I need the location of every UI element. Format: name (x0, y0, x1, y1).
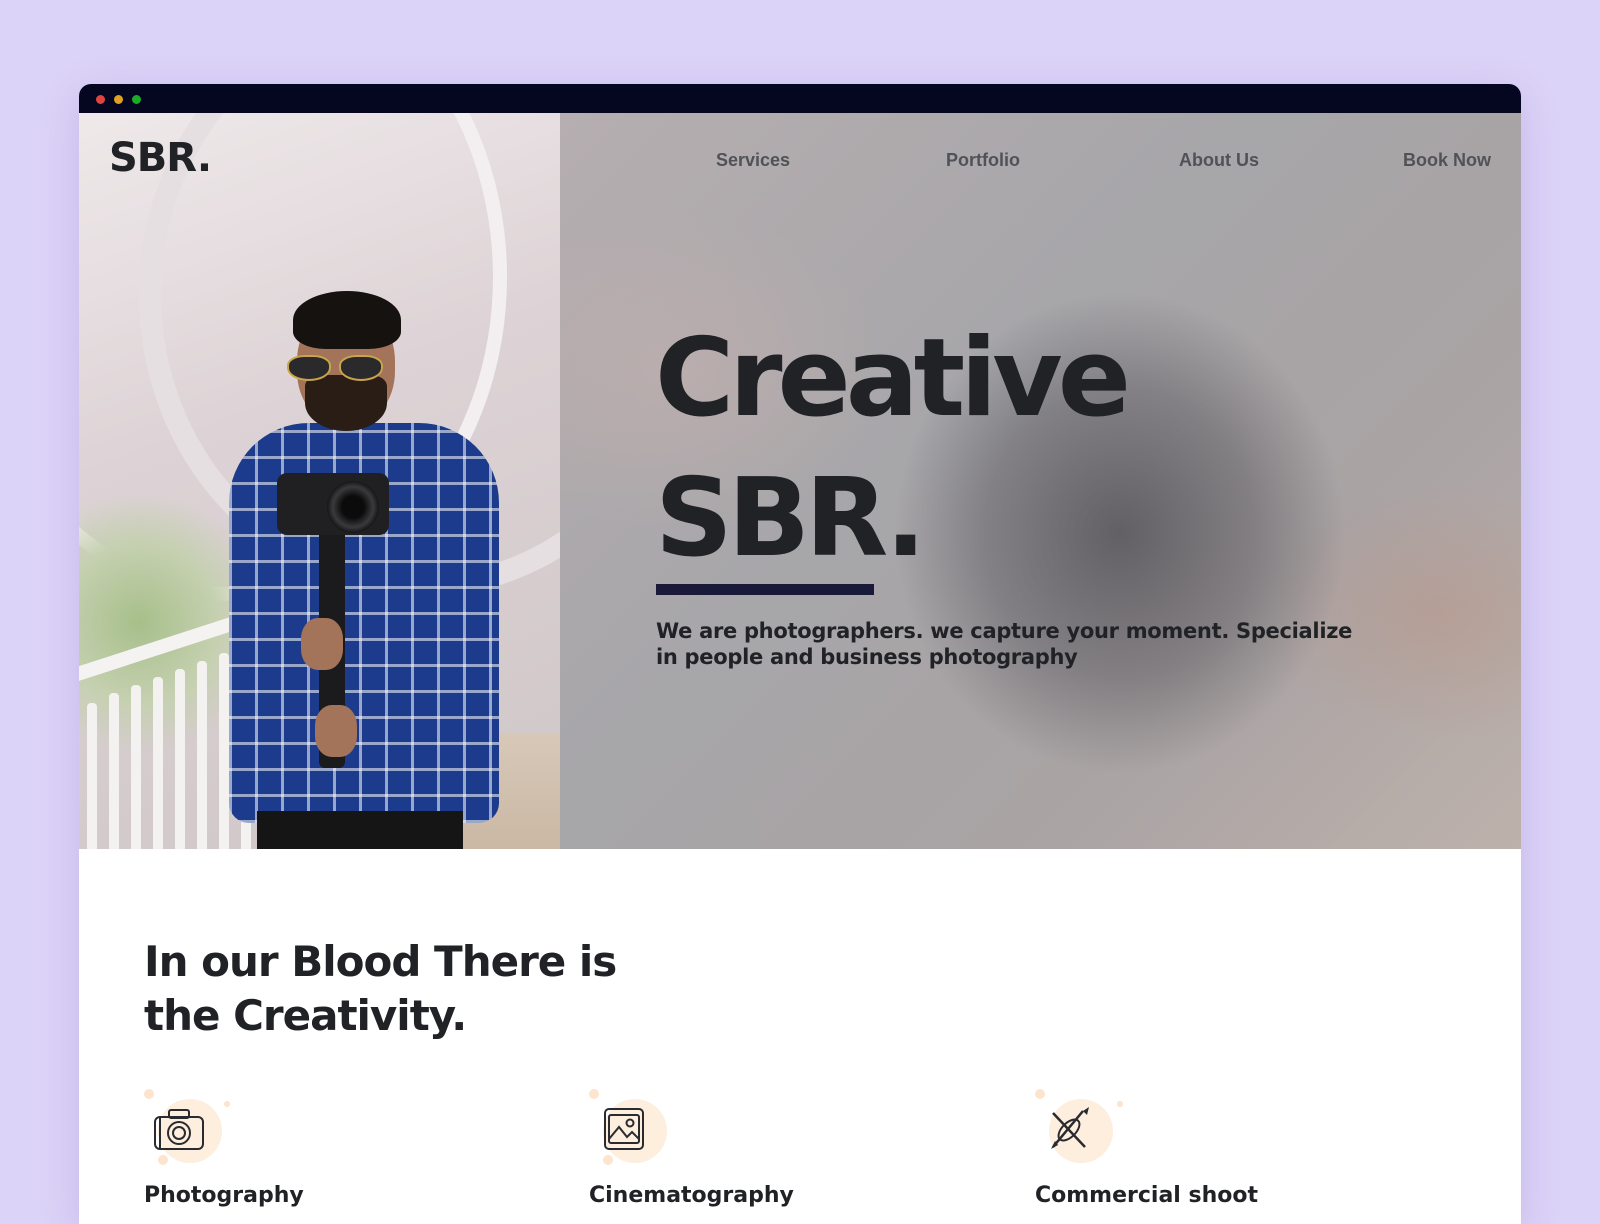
photographer-photo (79, 113, 560, 849)
nav-book-now[interactable]: Book Now (1403, 150, 1491, 171)
services-section: In our Blood There is the Creativity. Ph… (79, 849, 1521, 1224)
hero-subtitle: We are photographers. we capture your mo… (656, 619, 1353, 669)
nav-portfolio[interactable]: Portfolio (946, 150, 1020, 171)
service-label: Photography (144, 1183, 304, 1208)
hero-title-line1: Creative (655, 316, 1131, 441)
main-nav: Services Portfolio About Us Book Now (79, 150, 1521, 180)
service-label: Commercial shoot (1035, 1183, 1259, 1208)
camera-icon (154, 1109, 204, 1150)
nav-about-us[interactable]: About Us (1179, 150, 1259, 171)
hero-accent-bar (656, 584, 874, 595)
minimize-window-dot[interactable] (114, 95, 123, 104)
browser-window: SBR. Services Portfolio About Us Book No… (79, 84, 1521, 1224)
close-window-dot[interactable] (96, 95, 105, 104)
hero-title-line2: SBR. (655, 456, 926, 581)
service-label: Cinematography (589, 1183, 794, 1208)
nav-services[interactable]: Services (716, 150, 790, 171)
hero-section: SBR. Services Portfolio About Us Book No… (79, 113, 1521, 849)
hero-title: Creative SBR. (655, 309, 1131, 589)
design-tools-icon (1051, 1107, 1089, 1149)
maximize-window-dot[interactable] (132, 95, 141, 104)
image-frame-icon (604, 1108, 644, 1150)
window-titlebar (79, 84, 1521, 113)
section-title: In our Blood There is the Creativity. (144, 937, 617, 1040)
